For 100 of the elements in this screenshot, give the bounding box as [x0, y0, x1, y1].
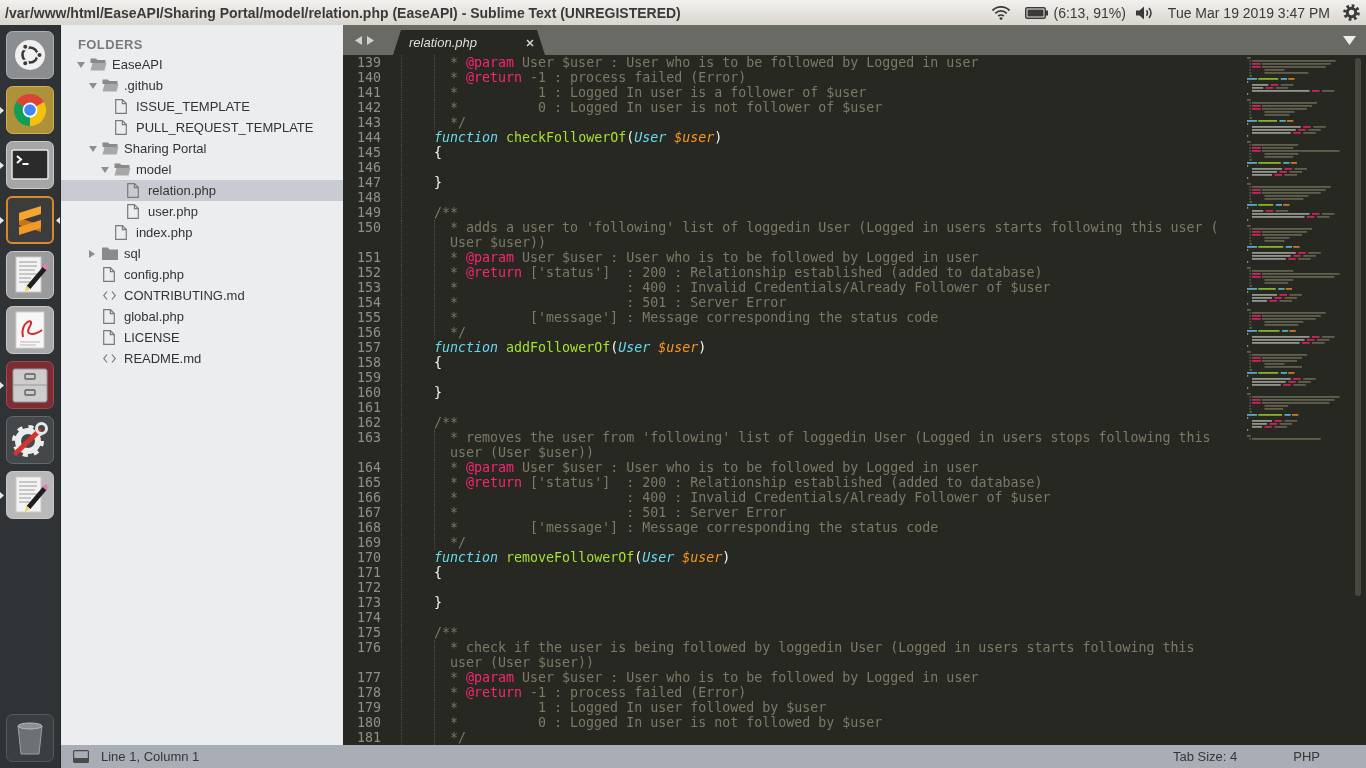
code-line: * : 400 : Invalid Credentials/Already Follower of $user [450, 490, 1051, 505]
tree-item[interactable]: user.php [61, 201, 343, 222]
code-line: { [434, 565, 443, 580]
tree-item[interactable]: relation.php [61, 180, 343, 201]
disclosure-arrow-icon[interactable] [89, 82, 97, 89]
tab-size[interactable]: Tab Size: 4 [1172, 749, 1238, 764]
tree-item[interactable]: .github [61, 75, 343, 96]
line-number: 154 [356, 295, 381, 310]
line-number: 158 [356, 355, 381, 370]
line-number: 140 [356, 70, 381, 85]
document-pencil-icon[interactable] [6, 251, 54, 299]
disclosure-arrow-icon[interactable] [101, 166, 109, 173]
window-title: /var/www/html/EaseAPI/Sharing Portal/model/relation.php (EaseAPI) - Sublime Text (UNREGISTERED) [5, 4, 681, 21]
tree-item[interactable]: Sharing Portal [61, 138, 343, 159]
line-number: 165 [356, 475, 381, 490]
line-number: 174 [356, 610, 381, 625]
s-logo-icon[interactable] [6, 196, 54, 244]
circle-logo-icon[interactable] [6, 31, 54, 79]
panel-icon[interactable] [73, 750, 89, 763]
line-number: 175 [356, 625, 381, 640]
line-number: 164 [356, 460, 381, 475]
document-icon[interactable] [6, 306, 54, 354]
line-number: 178 [356, 685, 381, 700]
line-number: 159 [356, 370, 381, 385]
speaker-icon[interactable] [1135, 5, 1154, 20]
line-number: 161 [356, 400, 381, 415]
wifi-icon[interactable] [991, 5, 1012, 20]
caret-right-icon[interactable] [367, 35, 374, 45]
file-icon [103, 330, 115, 345]
tree-item[interactable]: CONTRIBUTING.md [61, 285, 343, 306]
scrollbar[interactable] [1355, 58, 1361, 596]
tree-item[interactable]: model [61, 159, 343, 180]
code-line: /** [434, 205, 459, 220]
line-number: 145 [356, 145, 381, 160]
code-line: } [434, 175, 443, 190]
tree-item[interactable]: global.php [61, 306, 343, 327]
line-number: 147 [356, 175, 381, 190]
gear-wrench-icon[interactable] [6, 416, 54, 464]
code-line: } [434, 385, 443, 400]
code-line: { [434, 355, 443, 370]
code-line: * @return ['status'] : 200 : Relationship established (added to database) [450, 265, 1043, 280]
code-line: */ [450, 115, 467, 130]
tree-item[interactable]: EaseAPI [61, 54, 343, 75]
code-line: } [434, 595, 443, 610]
line-number: 152 [356, 265, 381, 280]
line-number: 173 [356, 595, 381, 610]
code-line: * 0 : Logged In user is not follower of $user [450, 100, 883, 115]
gear-icon[interactable] [1343, 4, 1360, 21]
tab[interactable]: relation.php [393, 30, 545, 55]
line-number: 150 [356, 220, 381, 235]
code-line: */ [450, 730, 467, 745]
line-number: 146 [356, 160, 381, 175]
file-icon [127, 204, 139, 219]
battery-status: (6:13, 91%) [1053, 4, 1126, 21]
disclosure-arrow-icon[interactable] [89, 145, 97, 152]
disclosure-arrow-icon[interactable] [77, 61, 85, 68]
tree-item[interactable]: config.php [61, 264, 343, 285]
tree-item[interactable]: README.md [61, 348, 343, 369]
line-number: 153 [356, 280, 381, 295]
clock[interactable]: Tue Mar 19 2019 3:47 PM [1167, 4, 1330, 21]
code-line: * @return ['status'] : 200 : Relationship established (added to database) [450, 475, 1043, 490]
line-number: 172 [356, 580, 381, 595]
angle-brackets-icon [103, 291, 116, 300]
file-icon [103, 267, 115, 282]
code-line: * @param User $user : User who is to be followed by Logged in user [450, 670, 979, 685]
line-number: 148 [356, 190, 381, 205]
line-number: 143 [356, 115, 381, 130]
cabinet-icon[interactable] [6, 361, 54, 409]
caret-left-icon[interactable] [355, 35, 362, 45]
code-line: * @param User $user : User who is to be followed by Logged in user [450, 250, 979, 265]
code-line: * @param User $user : User who is to be followed by Logged in user [450, 55, 979, 70]
line-number: 156 [356, 325, 381, 340]
code-line: * @param User $user : User who is to be followed by Logged in user [450, 460, 979, 475]
battery-icon[interactable] [1025, 6, 1049, 19]
code-line: * ['message'] : Message corresponding the status code [450, 310, 939, 325]
syntax-mode[interactable]: PHP [1293, 749, 1320, 764]
line-number: 179 [356, 700, 381, 715]
line-number: 167 [356, 505, 381, 520]
line-number: 162 [356, 415, 381, 430]
line-number: 149 [356, 205, 381, 220]
code-line: * ['message'] : Message corresponding the status code [450, 520, 939, 535]
terminal-icon[interactable] [6, 141, 54, 189]
tree-item[interactable]: index.php [61, 222, 343, 243]
code-line: * : 501 : Server Error [450, 505, 787, 520]
document-pencil-icon[interactable] [6, 471, 54, 519]
line-number: 144 [356, 130, 381, 145]
tree-item[interactable]: sql [61, 243, 343, 264]
trash-icon[interactable] [6, 714, 54, 762]
code-line: function addFollowerOf(User $user) [434, 340, 707, 355]
close-icon[interactable] [526, 38, 534, 47]
line-number: 181 [356, 730, 381, 745]
tree-item[interactable]: LICENSE [61, 327, 343, 348]
tree-item[interactable]: PULL_REQUEST_TEMPLATE [61, 117, 343, 138]
line-number: 151 [356, 250, 381, 265]
code-line: * 0 : Logged In user is not followed by $user [450, 715, 883, 730]
tree-item[interactable]: ISSUE_TEMPLATE [61, 96, 343, 117]
disclosure-arrow-icon[interactable] [89, 249, 95, 258]
file-icon [127, 183, 139, 198]
angle-brackets-icon [103, 354, 116, 363]
caret-down-icon[interactable] [1343, 35, 1356, 45]
